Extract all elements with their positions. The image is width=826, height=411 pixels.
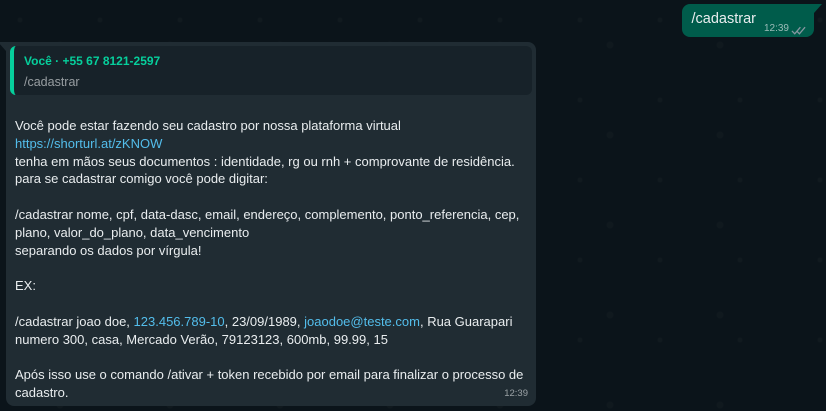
outgoing-message-time: 12:39	[763, 23, 789, 34]
message-line: EX:	[15, 278, 36, 294]
example-text: /cadastrar joao doe,	[15, 313, 134, 329]
message-line: plano, valor_do_plano, data_vencimento	[15, 224, 250, 240]
example-text: , Rua Guarapari	[419, 313, 513, 329]
message-line: Após isso use o comando /ativar + token …	[15, 367, 524, 383]
email-link[interactable]: joaodoe@teste.com	[304, 314, 420, 329]
message-line: Você pode estar fazendo seu cadastro por…	[15, 118, 401, 133]
message-line: para se cadastrar comigo você pode digit…	[15, 171, 268, 187]
example-text: , 23/09/1989,	[224, 313, 305, 329]
quoted-message[interactable]: Você · +55 67 8121-2597 /cadastrar	[10, 46, 532, 95]
phone-link[interactable]: 123.456.789-10	[134, 314, 225, 329]
incoming-message-body: Você pode estar fazendo seu cadastro por…	[10, 95, 532, 402]
outgoing-message-meta: 12:39	[763, 23, 806, 35]
signup-link[interactable]: https://shorturl.at/zKNOW	[15, 135, 526, 153]
example-line: numero 300, casa, Mercado Verão, 7912312…	[15, 331, 388, 347]
incoming-message-time: 12:39	[504, 387, 528, 399]
outgoing-message-text: /cadastrar	[691, 11, 756, 27]
quoted-message-author: Você · +55 67 8121-2597	[24, 54, 161, 68]
message-line: separando os dados por vírgula!	[15, 242, 202, 258]
message-line: tenha em mãos seus documentos : identida…	[15, 153, 515, 169]
double-check-read-icon	[791, 23, 806, 35]
message-line: /cadastrar nome, cpf, data-dasc, email, …	[15, 206, 520, 222]
incoming-message[interactable]: Você · +55 67 8121-2597 /cadastrar Você …	[0, 42, 536, 406]
chat-area: /cadastrar 12:39 Você · +55 67 8121-2597…	[0, 0, 826, 411]
outgoing-message[interactable]: /cadastrar 12:39	[682, 4, 822, 37]
example-line: /cadastrar joao doe, 123.456.789-10, 23/…	[15, 313, 526, 331]
quoted-message-text: /cadastrar	[24, 75, 80, 89]
